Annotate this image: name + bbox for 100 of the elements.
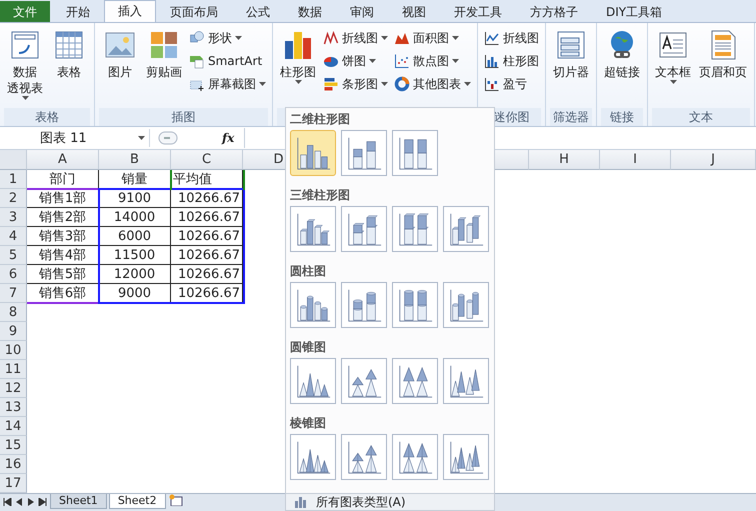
expand-toggle-icon[interactable] [158,131,178,146]
ribbon-button[interactable]: 数据 透视表 [4,27,46,108]
clip-art-icon [148,29,180,61]
insert-sheet-icon[interactable] [168,494,184,506]
ribbon-button[interactable]: 表格 [48,27,90,108]
ribbon-button[interactable]: 盈亏 [482,74,541,94]
chart-type-option[interactable] [290,358,336,404]
row-header[interactable]: 14 [0,417,27,436]
ribbon-tab[interactable]: 方方格子 [516,1,592,22]
row-header[interactable]: 13 [0,398,27,417]
chart-type-option[interactable] [443,206,489,252]
previous-sheet-icon[interactable] [14,498,24,506]
ribbon-button[interactable]: 饼图 [321,51,390,71]
row-header[interactable]: 12 [0,379,27,398]
smartart-icon [189,53,205,69]
chart-type-option[interactable] [290,434,336,480]
table-cell: 11500 [99,246,171,265]
ribbon-tab[interactable]: 公式 [232,1,284,22]
chart-type-option[interactable] [392,434,438,480]
ribbon-button[interactable]: 超链接 [601,27,643,108]
all-chart-types-item[interactable]: 所有图表类型(A) [286,493,494,510]
last-sheet-icon[interactable] [38,498,48,506]
chart-type-option[interactable] [341,206,387,252]
ribbon-button[interactable]: 散点图 [392,51,473,71]
table-cell: 10266.67 [171,284,243,303]
group-title: 插图 [172,108,196,126]
row-header[interactable]: 1 [0,170,27,189]
next-sheet-icon[interactable] [26,498,36,506]
ribbon-button[interactable]: 折线图 [321,28,390,48]
ribbon-button[interactable]: 屏幕截图 [187,74,268,94]
column-header[interactable]: I [600,150,671,170]
chart-type-option[interactable] [341,358,387,404]
row-header[interactable]: 6 [0,265,27,284]
chart-type-option[interactable] [392,206,438,252]
row-header[interactable]: 16 [0,455,27,474]
ribbon-tab[interactable]: 视图 [388,1,440,22]
ribbon-button[interactable]: 文本框 [652,27,694,108]
section-title: 圆柱图 [290,264,326,278]
ribbon-button[interactable]: 形状 [187,28,268,48]
chart-type-option[interactable] [443,358,489,404]
win-loss-icon [484,76,500,92]
chart-type-option[interactable] [392,282,438,328]
table-cell: 销售1部 [27,189,99,208]
column-header[interactable]: H [529,150,600,170]
ribbon-tab[interactable]: DIY工具箱 [592,1,676,22]
row-header[interactable]: 7 [0,284,27,303]
chart-type-option[interactable] [341,282,387,328]
ribbon-tab[interactable]: 开发工具 [440,1,516,22]
ribbon-button[interactable]: SmartArt [187,51,268,71]
column-header[interactable]: B [99,150,171,170]
name-box[interactable]: 图表 11 [0,129,150,148]
ribbon-button[interactable]: 柱形图 [277,27,319,108]
row-header[interactable]: 11 [0,360,27,379]
ribbon-button[interactable]: 剪贴画 [143,27,185,108]
ribbon-button[interactable]: 切片器 [550,27,592,108]
row-header[interactable]: 17 [0,474,27,493]
ribbon-button[interactable]: 图片 [99,27,141,108]
ribbon-button[interactable]: 页眉和页 [696,27,750,108]
column-header[interactable]: J [671,150,756,170]
chart-type-option[interactable] [290,282,336,328]
insert-function-button[interactable]: fx [222,131,234,146]
ribbon-button[interactable]: 面积图 [392,28,473,48]
ribbon-button[interactable]: 条形图 [321,74,390,94]
chart-type-option[interactable] [341,434,387,480]
table-cell: 销售4部 [27,246,99,265]
column-chart-icon [282,29,314,61]
chart-type-option[interactable] [290,206,336,252]
chart-type-option[interactable] [443,282,489,328]
ribbon-tab[interactable]: 页面布局 [156,1,232,22]
group-title: 表格 [35,108,59,126]
sheet-tab[interactable]: Sheet1 [50,494,107,509]
chart-type-option[interactable] [443,434,489,480]
row-header[interactable]: 3 [0,208,27,227]
sheet-tab[interactable]: Sheet2 [108,494,166,509]
chart-type-option[interactable] [341,130,387,176]
row-header[interactable]: 10 [0,341,27,360]
section-title: 二维柱形图 [290,112,350,126]
column-header[interactable]: A [27,150,99,170]
ribbon-button[interactable]: 柱形图 [482,51,541,71]
ribbon-button[interactable]: 折线图 [482,28,541,48]
row-header[interactable]: 9 [0,322,27,341]
chart-type-option[interactable] [392,130,438,176]
first-sheet-icon[interactable] [2,498,12,506]
chart-type-option[interactable] [290,130,336,176]
row-header[interactable]: 2 [0,189,27,208]
file-menu-button[interactable]: 文件 [0,1,50,22]
ribbon-tab[interactable]: 数据 [284,1,336,22]
ribbon-tab[interactable]: 审阅 [336,1,388,22]
row-header[interactable]: 8 [0,303,27,322]
table-cell: 销售3部 [27,227,99,246]
ribbon-button[interactable]: 其他图表 [392,74,473,94]
ribbon-tab[interactable]: 开始 [52,1,104,22]
column-header[interactable]: C [171,150,243,170]
table-cell: 10266.67 [171,189,243,208]
table-cell: 销量 [99,170,171,189]
ribbon-tab[interactable]: 插入 [104,0,156,22]
row-header[interactable]: 15 [0,436,27,455]
row-header[interactable]: 5 [0,246,27,265]
row-header[interactable]: 4 [0,227,27,246]
chart-type-option[interactable] [392,358,438,404]
